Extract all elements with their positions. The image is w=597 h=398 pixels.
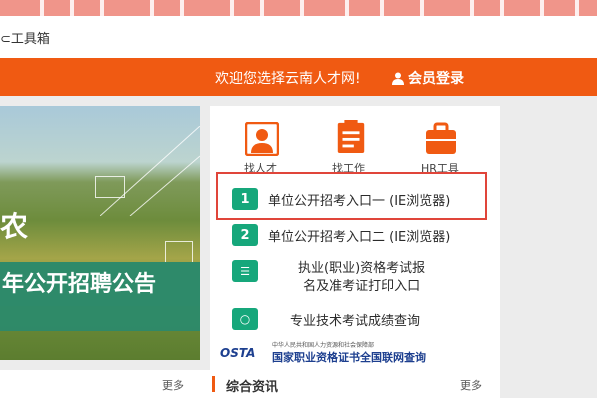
exam-registration-print-link[interactable]: 执业(职业)资格考试报 名及准考证打印入口 <box>298 260 425 296</box>
score-query-label: 专业技术考试成绩查询 <box>290 313 421 329</box>
sub-toolbar: ⊂工具箱 <box>0 16 597 59</box>
briefcase-icon[interactable] <box>424 122 458 156</box>
user-icon <box>392 72 404 85</box>
recruitment-banner[interactable] <box>0 106 200 360</box>
recruitment-entry-2[interactable]: 2 单位公开招考入口二 (IE浏览器) <box>232 222 450 248</box>
exam-print-line1: 执业(职业)资格考试报 <box>298 261 426 276</box>
clipboard-icon[interactable] <box>334 120 368 154</box>
score-query-entry[interactable]: ○ 专业技术考试成绩查询 <box>232 306 420 332</box>
csta-query-text: 国家职业资格证书全国联网查询 <box>272 351 426 364</box>
more-link-news[interactable]: 更多 <box>460 377 482 393</box>
header-bar: 欢迎您选择云南人才网! 会员登录 <box>0 58 597 96</box>
section-accent-bar <box>212 376 215 392</box>
section-title-news: 综合资讯 <box>226 380 279 395</box>
more-link-left[interactable]: 更多 <box>162 377 184 393</box>
top-decorative-banner <box>0 0 597 16</box>
exam-print-entry-icon-wrap[interactable]: ☰ <box>232 258 268 284</box>
exam-print-line2: 名及准考证打印入口 <box>303 279 421 294</box>
highlight-box <box>216 172 487 220</box>
member-login-link[interactable]: 会员登录 <box>392 68 464 88</box>
banner-title-fragment: 农 <box>0 210 29 243</box>
member-login-label: 会员登录 <box>408 71 464 87</box>
csta-ministry-text: 中华人民共和国人力资源和社会保障部 <box>272 342 375 349</box>
entry-number-2-icon: 2 <box>232 224 258 246</box>
id-card-icon: ☰ <box>232 260 258 282</box>
osta-logo: OSTA <box>220 346 256 360</box>
banner-headline: 年公开招聘公告 <box>2 272 157 297</box>
toolbox-link[interactable]: ⊂工具箱 <box>0 28 50 47</box>
entry-2-label: 单位公开招考入口二 (IE浏览器) <box>268 229 451 245</box>
welcome-text: 欢迎您选择云南人才网! <box>215 71 361 87</box>
decorative-lines <box>100 126 200 216</box>
search-doc-icon: ○ <box>232 308 258 330</box>
person-card-icon[interactable] <box>245 122 279 156</box>
